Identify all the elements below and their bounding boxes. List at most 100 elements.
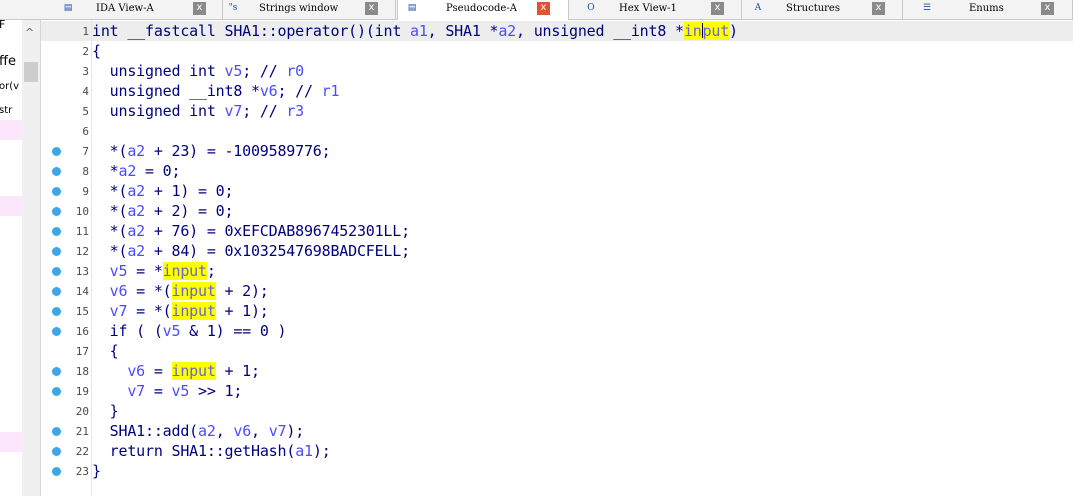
code-line[interactable]: 13 v5 = *input; [41, 261, 1073, 281]
code-line[interactable]: 9 *(a2 + 1) = 0; [41, 181, 1073, 201]
breakpoint-marker-icon[interactable] [52, 427, 61, 436]
code-text: if ( (v5 & 1) == 0 ) [109, 322, 287, 340]
line-number: 7 [82, 145, 89, 158]
code-text: SHA1::add(a2, v6, v7); [109, 422, 305, 440]
code-line[interactable]: 19 v7 = v5 >> 1; [41, 381, 1073, 401]
code-line[interactable]: 7 *(a2 + 23) = -1009589776; [41, 141, 1073, 161]
code-line[interactable]: 14 v6 = *(input + 2); [41, 281, 1073, 301]
breakpoint-marker-icon[interactable] [52, 287, 61, 296]
line-number: 13 [75, 265, 89, 278]
line-number: 1 [82, 25, 89, 38]
tab-hex-view-1[interactable]: O Hex View-1 x [569, 0, 742, 19]
code-text: v5 = *input; [109, 262, 216, 280]
breakpoint-marker-icon[interactable] [52, 387, 61, 396]
close-icon[interactable]: x [537, 2, 550, 15]
tab-label: Strings window [259, 3, 339, 14]
code-text: *(a2 + 76) = 0xEFCDAB8967452301LL; [92, 222, 410, 240]
tab-label: IDA View-A [96, 3, 154, 14]
code-text: unsigned int v5; // r0 [109, 62, 305, 80]
line-number: 5 [82, 105, 89, 118]
code-text: v6 = input + 1; [127, 362, 260, 380]
line-number: 21 [75, 425, 89, 438]
code-line[interactable]: 23} [41, 461, 1073, 481]
code-line[interactable]: 2{ [41, 41, 1073, 61]
close-icon[interactable]: x [193, 2, 206, 15]
code-line[interactable]: 11 *(a2 + 76) = 0xEFCDAB8967452301LL; [41, 221, 1073, 241]
breakpoint-marker-icon[interactable] [52, 247, 61, 256]
breakpoint-marker-icon[interactable] [52, 187, 61, 196]
code-text: { [92, 342, 119, 360]
code-line[interactable]: 21 SHA1::add(a2, v6, v7); [41, 421, 1073, 441]
tab-label: Pseudocode-A [446, 3, 517, 14]
breakpoint-marker-icon[interactable] [52, 267, 61, 276]
tab-bar: ▤ IDA View-A x "s Strings window x ▤ Pseudocode… [0, 0, 1073, 20]
line-number: 14 [75, 285, 89, 298]
breakpoint-marker-icon[interactable] [52, 367, 61, 376]
code-line[interactable]: 17 { [41, 341, 1073, 361]
close-icon[interactable]: x [1041, 2, 1054, 15]
tab-structures[interactable]: A Structures x [742, 0, 903, 19]
strings-icon: "s [228, 3, 238, 13]
breakpoint-marker-icon[interactable] [52, 227, 61, 236]
code-text: v7 = *(input + 1); [109, 302, 269, 320]
code-text: *(a2 + 2) = 0; [92, 202, 234, 220]
code-text: v6 = *(input + 2); [109, 282, 269, 300]
tab-enums[interactable]: ☰ Enums x [903, 0, 1073, 19]
line-number: 8 [82, 165, 89, 178]
hex-icon: O [587, 3, 595, 13]
code-text: return SHA1::getHash(a1); [109, 442, 331, 460]
tab-ida-view-a[interactable]: ▤ IDA View-A x [48, 0, 223, 19]
code-line[interactable]: 18 v6 = input + 1; [41, 361, 1073, 381]
code-text: *(a2 + 84) = 0x1032547698BADCFELL; [92, 242, 410, 260]
code-text: int __fastcall SHA1::operator()(int a1, … [92, 22, 738, 40]
code-line[interactable]: 8 *a2 = 0; [41, 161, 1073, 181]
code-line[interactable]: 20 } [41, 401, 1073, 421]
code-line[interactable]: 10 *(a2 + 2) = 0; [41, 201, 1073, 221]
code-text: } [92, 462, 101, 480]
enums-icon: ☰ [922, 3, 932, 13]
code-line[interactable]: 1 int __fastcall SHA1::operator()(int a1,… [41, 21, 1073, 41]
code-line[interactable]: 4 unsigned __int8 *v6; // r1 [41, 81, 1073, 101]
code-text: } [92, 402, 119, 420]
breakpoint-marker-icon[interactable] [52, 327, 61, 336]
code-line[interactable]: 5 unsigned int v7; // r3 [41, 101, 1073, 121]
line-number: 19 [75, 385, 89, 398]
close-icon[interactable]: x [872, 2, 885, 15]
line-number: 18 [75, 365, 89, 378]
line-number: 9 [82, 185, 89, 198]
tab-label: Hex View-1 [619, 3, 677, 14]
close-icon[interactable]: x [365, 2, 378, 15]
line-number: 17 [75, 345, 89, 358]
code-line[interactable]: 6 [41, 121, 1073, 141]
line-number: 6 [82, 125, 89, 138]
breakpoint-marker-icon[interactable] [52, 147, 61, 156]
code-line[interactable]: 22 return SHA1::getHash(a1); [41, 441, 1073, 461]
tab-label: Enums [969, 3, 1004, 14]
code-text: v7 = v5 >> 1; [127, 382, 243, 400]
line-number: 11 [75, 225, 89, 238]
line-number: 4 [82, 85, 89, 98]
code-text: *a2 = 0; [92, 162, 181, 180]
pseudocode-view[interactable]: 1 int __fastcall SHA1::operator()(int a1,… [0, 20, 1073, 496]
breakpoint-marker-icon[interactable] [52, 447, 61, 456]
code-line[interactable]: 16 if ( (v5 & 1) == 0 ) [41, 321, 1073, 341]
code-text: unsigned __int8 *v6; // r1 [109, 82, 340, 100]
line-number: 20 [75, 405, 89, 418]
code-line[interactable]: 12 *(a2 + 84) = 0x1032547698BADCFELL; [41, 241, 1073, 261]
breakpoint-marker-icon[interactable] [52, 307, 61, 316]
code-text: *(a2 + 23) = -1009589776; [92, 142, 331, 160]
pseudocode-icon: ▤ [407, 3, 417, 13]
tab-label: Structures [786, 3, 840, 14]
close-icon[interactable]: x [711, 2, 724, 15]
tab-strings-window[interactable]: "s Strings window x [223, 0, 396, 19]
code-line[interactable]: 15 v7 = *(input + 1); [41, 301, 1073, 321]
breakpoint-marker-icon[interactable] [52, 207, 61, 216]
code-line[interactable]: 3 unsigned int v5; // r0 [41, 61, 1073, 81]
breakpoint-marker-icon[interactable] [52, 167, 61, 176]
structures-icon: A [754, 3, 762, 13]
tab-pseudocode-a[interactable]: ▤ Pseudocode-A x [397, 0, 569, 20]
breakpoint-marker-icon[interactable] [52, 467, 61, 476]
code-text: unsigned int v7; // r3 [109, 102, 305, 120]
line-number: 15 [75, 305, 89, 318]
line-number: 3 [82, 65, 89, 78]
